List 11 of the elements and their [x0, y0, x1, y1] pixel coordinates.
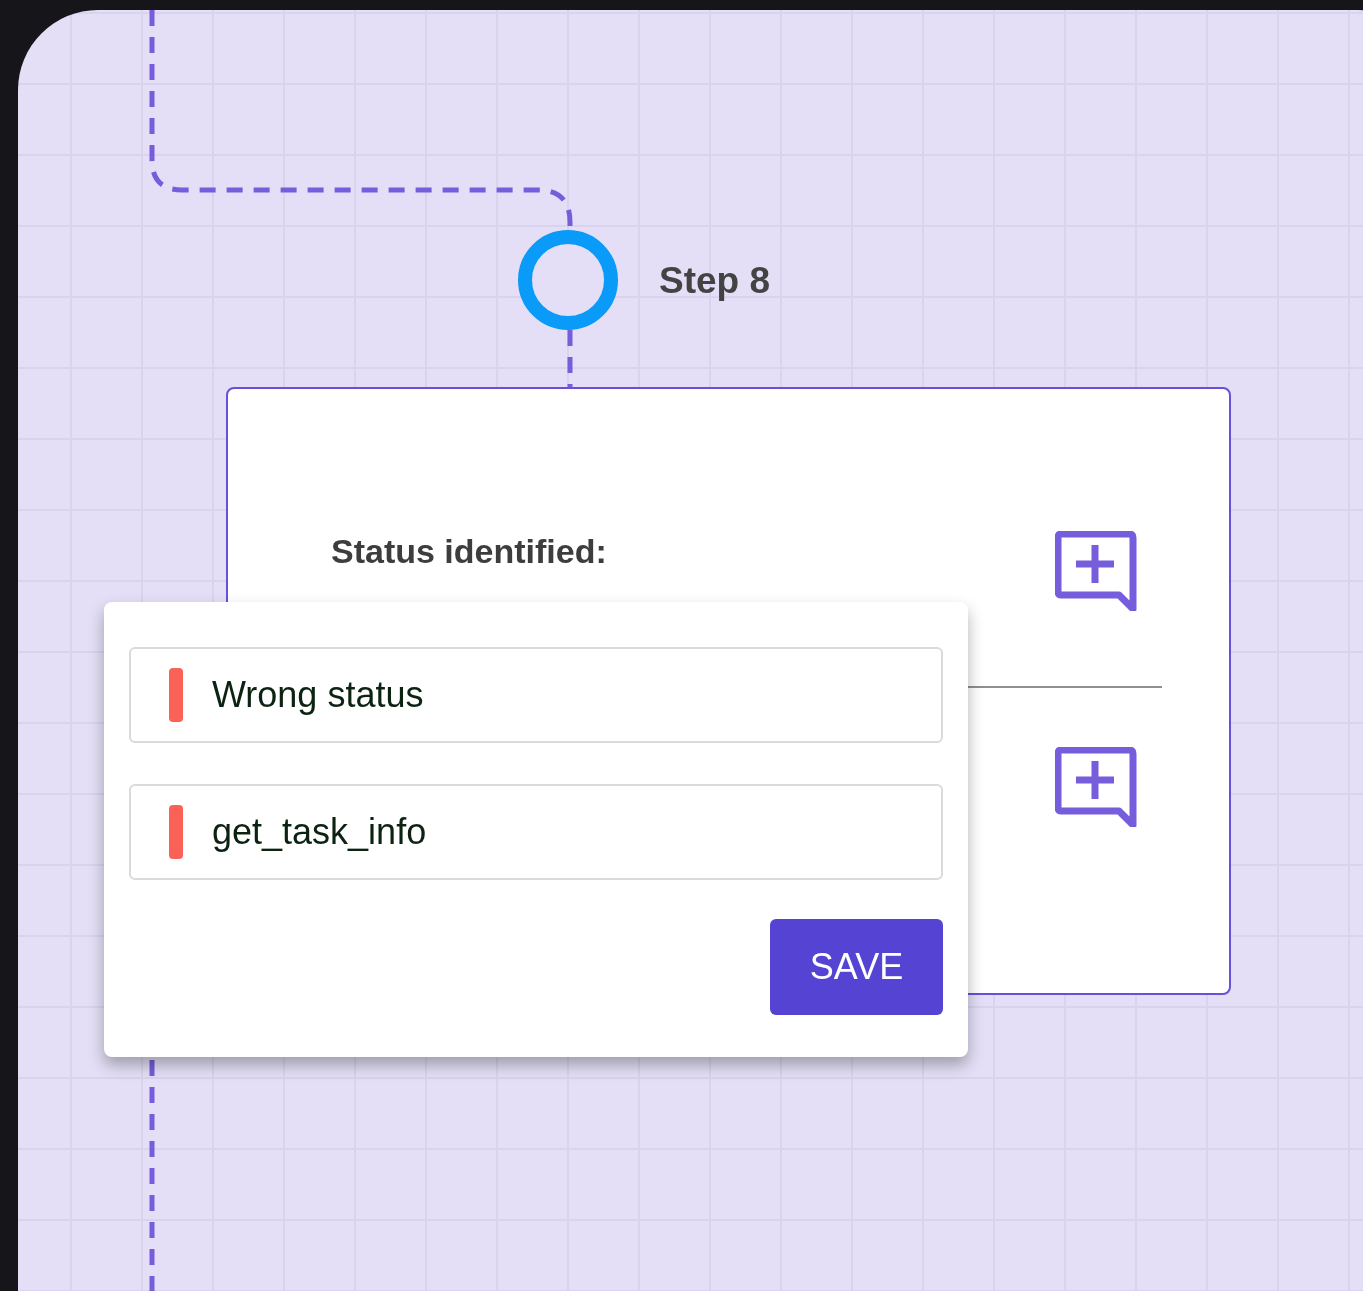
card-heading: Status identified:: [331, 531, 607, 572]
add-comment-icon[interactable]: [1055, 531, 1137, 611]
step-node[interactable]: [518, 230, 618, 330]
input-field[interactable]: get_task_info: [129, 784, 943, 880]
status-marker: [169, 805, 183, 859]
add-comment-icon[interactable]: [1055, 747, 1137, 827]
step-label: Step 8: [659, 259, 771, 303]
status-marker: [169, 668, 183, 722]
connector-line: [567, 330, 573, 387]
save-button[interactable]: SAVE: [770, 919, 943, 1015]
input-field[interactable]: Wrong status: [129, 647, 943, 743]
